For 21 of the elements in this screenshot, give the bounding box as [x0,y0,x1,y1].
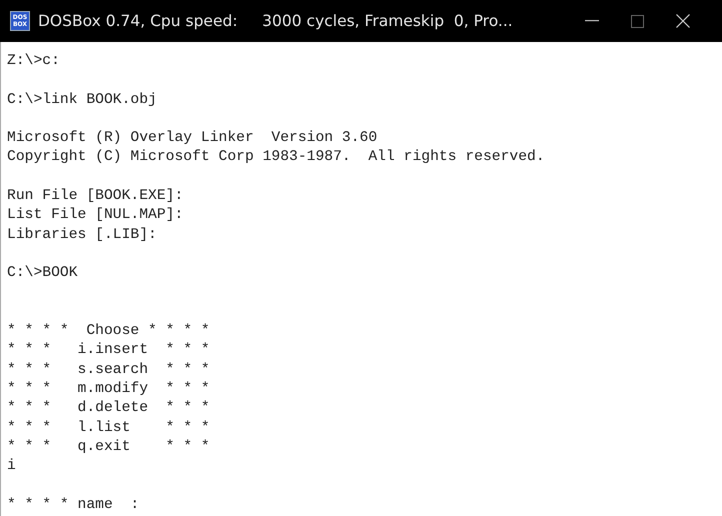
terminal-line: * * * d.delete * * * [7,399,210,418]
window-title: DOSBox 0.74, Cpu speed: 3000 cycles, Frameskip 0, Pro... [38,12,513,30]
terminal-line: Copyright (C) Microsoft Corp 1983-1987. All rights reserved. [7,148,545,168]
terminal-line: * * * i.insert * * * [7,341,210,360]
minimize-icon[interactable] [585,20,599,22]
terminal-line: i [7,457,16,476]
terminal-line: Z:\>c: [7,52,60,71]
terminal-line: * * * m.modify * * * [7,380,210,400]
terminal-line: List File [NUL.MAP]: [7,206,184,226]
close-icon[interactable] [676,14,690,28]
terminal-line: * * * * name : [7,496,140,515]
terminal-line: Libraries [.LIB]: [7,226,157,245]
terminal-line: * * * q.exit * * * [7,438,210,457]
terminal-line: Microsoft (R) Overlay Linker Version 3.60 [7,129,378,148]
maximize-icon[interactable] [631,14,644,28]
terminal-line: * * * l.list * * * [7,418,210,438]
terminal-line: Run File [BOOK.EXE]: [7,187,184,206]
terminal-line: C:\>BOOK [7,264,78,284]
terminal-line: C:\>link BOOK.obj [7,90,157,110]
terminal-line: * * * s.search * * * [7,360,210,380]
terminal-line: * * * * Choose * * * * [7,322,210,342]
